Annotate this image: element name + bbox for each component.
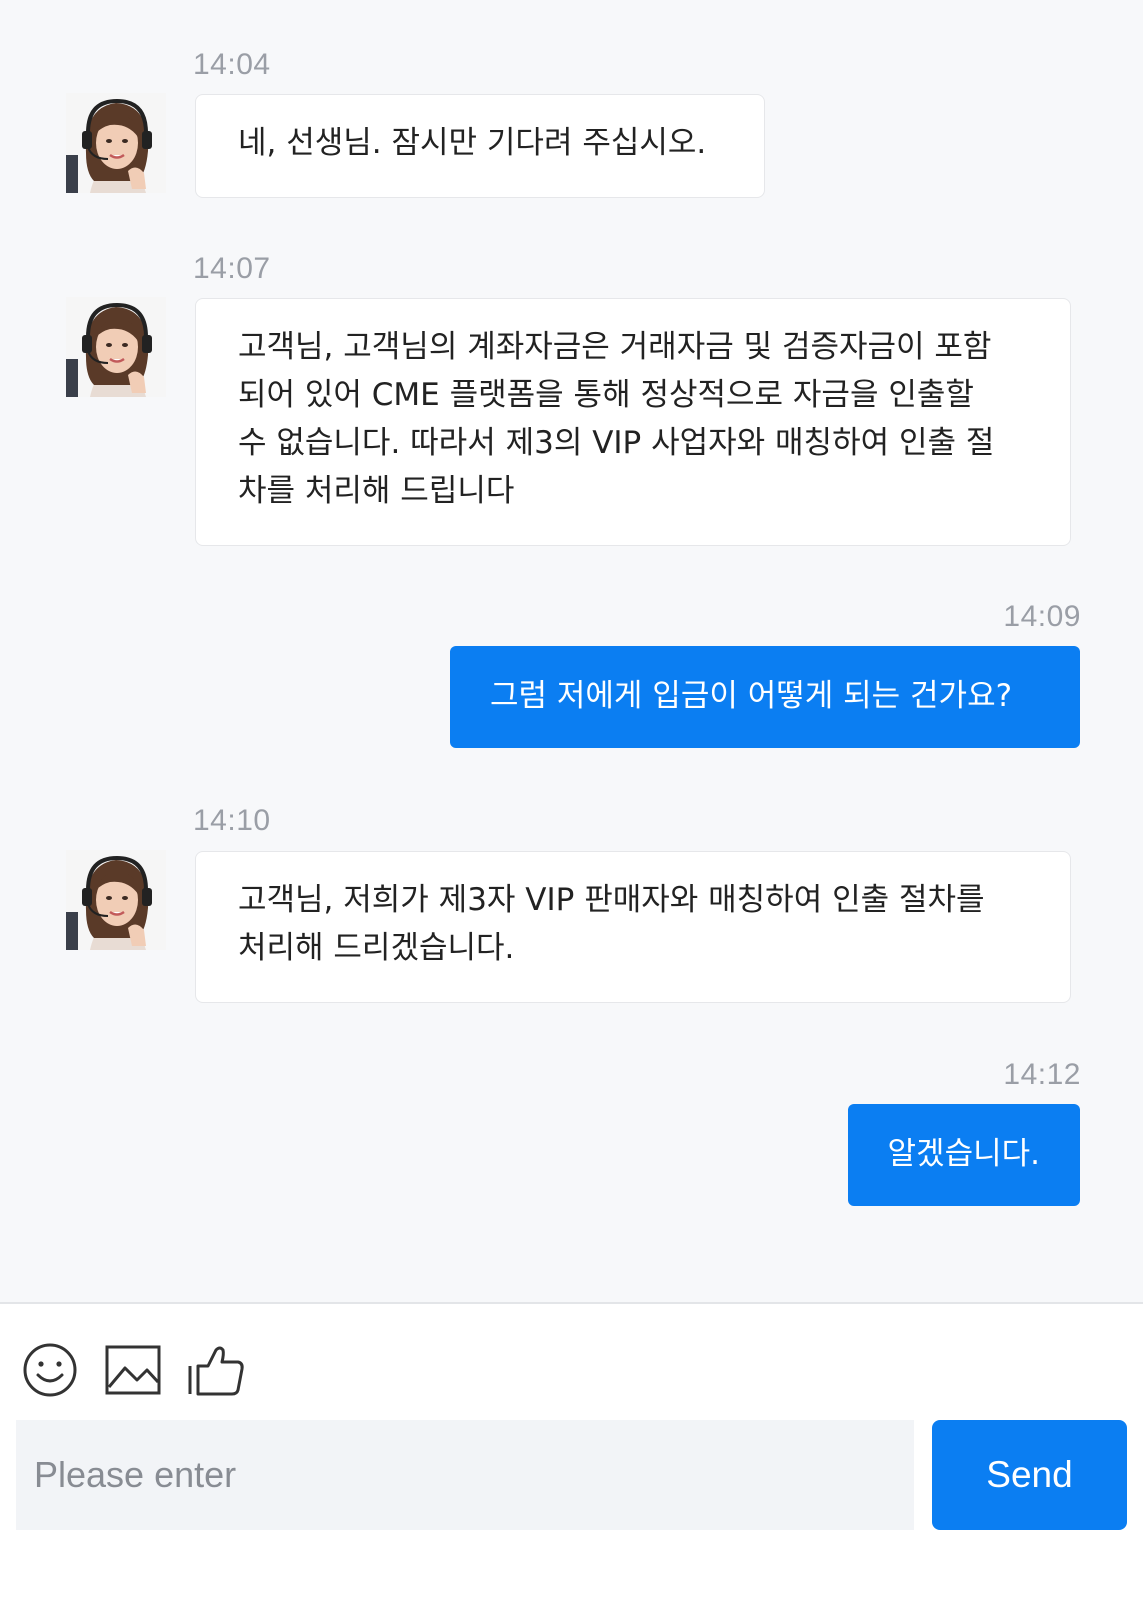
emoji-icon[interactable] bbox=[20, 1340, 80, 1400]
agent-avatar bbox=[66, 93, 166, 193]
chat-history[interactable]: 14:04 네, 선생님. 잠시만 기다려 주십시오. 14:07 고객님, 고… bbox=[0, 0, 1143, 1300]
outgoing-message-bubble: 그럼 저에게 입금이 어떻게 되는 건가요? bbox=[450, 646, 1080, 748]
thumbs-up-icon[interactable] bbox=[186, 1340, 246, 1400]
message-text-line: 고객님, 저희가 제3자 VIP 판매자와 매칭하여 인출 절차를 bbox=[238, 882, 985, 918]
message-timestamp: 14:09 bbox=[1003, 600, 1081, 633]
agent-portrait-icon bbox=[66, 297, 166, 397]
incoming-message-bubble: 고객님, 저희가 제3자 VIP 판매자와 매칭하여 인출 절차를 처리해 드리… bbox=[195, 851, 1071, 1003]
outgoing-message-bubble: 알겠습니다. bbox=[847, 1104, 1080, 1206]
message-timestamp: 14:10 bbox=[193, 804, 271, 837]
message-text-line: 알겠습니다. bbox=[887, 1136, 1040, 1172]
message-timestamp: 14:07 bbox=[193, 252, 271, 285]
message-timestamp: 14:04 bbox=[193, 48, 271, 81]
message-text-line: 되어 있어 CME 플랫폼을 통해 정상적으로 자금을 인출할 bbox=[238, 377, 974, 413]
message-text-line: 차를 처리해 드립니다 bbox=[238, 473, 515, 509]
message-input[interactable] bbox=[16, 1420, 914, 1530]
agent-portrait-icon bbox=[66, 93, 166, 193]
incoming-message-bubble: 고객님, 고객님의 계좌자금은 거래자금 및 검증자금이 포함 되어 있어 CM… bbox=[195, 298, 1071, 546]
message-timestamp: 14:12 bbox=[1003, 1058, 1081, 1091]
incoming-message-bubble: 네, 선생님. 잠시만 기다려 주십시오. bbox=[195, 94, 765, 198]
send-button[interactable]: Send bbox=[932, 1420, 1127, 1530]
message-text-line: 수 없습니다. 따라서 제3의 VIP 사업자와 매칭하여 인출 절 bbox=[238, 425, 995, 461]
agent-avatar bbox=[66, 850, 166, 950]
message-text-line: 그럼 저에게 입금이 어떻게 되는 건가요? bbox=[490, 678, 1013, 714]
message-text-line: 고객님, 고객님의 계좌자금은 거래자금 및 검증자금이 포함 bbox=[238, 329, 992, 365]
message-text-line: 네, 선생님. 잠시만 기다려 주십시오. bbox=[238, 125, 707, 161]
agent-avatar bbox=[66, 297, 166, 397]
agent-portrait-icon bbox=[66, 850, 166, 950]
image-icon[interactable] bbox=[103, 1340, 163, 1400]
message-text-line: 처리해 드리겠습니다. bbox=[238, 930, 515, 966]
